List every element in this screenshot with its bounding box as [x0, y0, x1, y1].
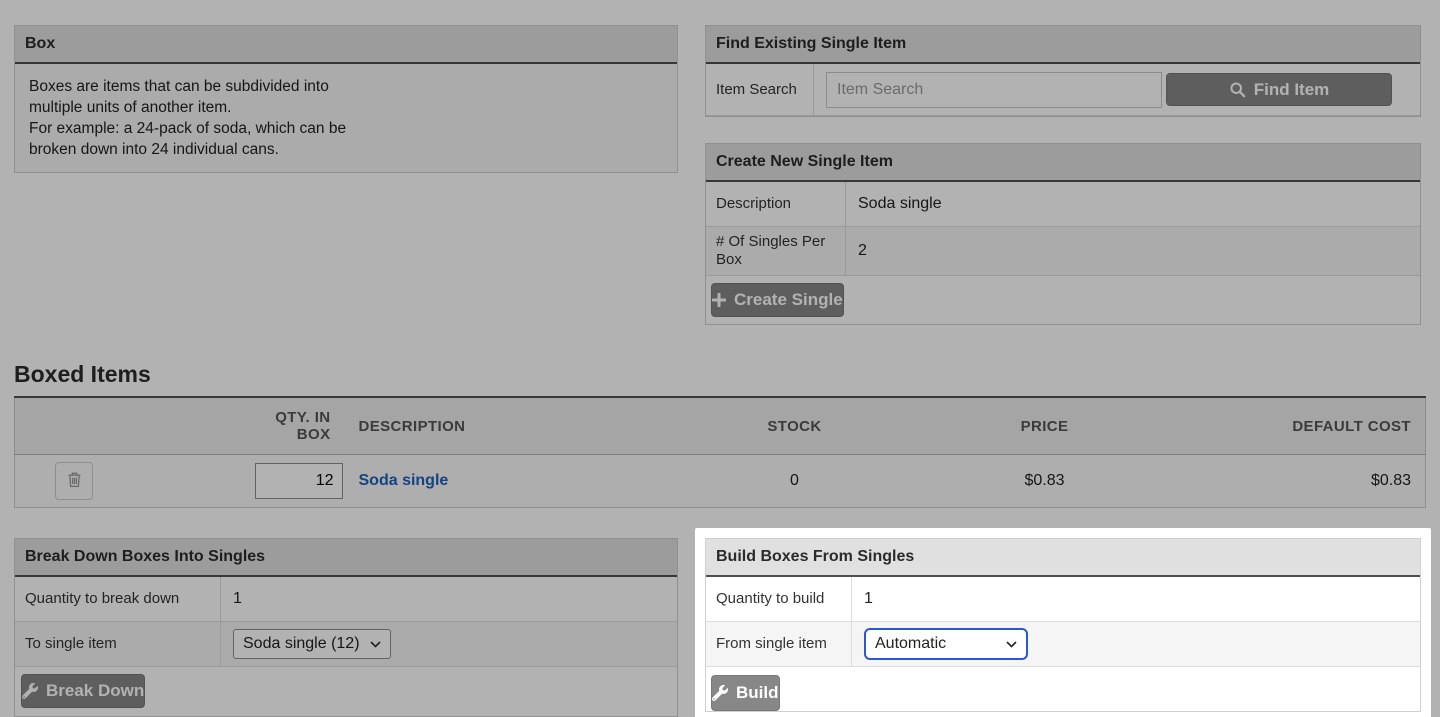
- description-field[interactable]: Soda single: [846, 182, 1420, 226]
- tutorial-highlight: Build Boxes From Singles Quantity to bui…: [695, 528, 1431, 717]
- plus-icon: [712, 293, 726, 307]
- boxed-items-table: QTY. IN BOX DESCRIPTION STOCK PRICE DEFA…: [14, 396, 1426, 508]
- stock-cell: 0: [645, 455, 945, 508]
- build-panel-title: Build Boxes From Singles: [706, 539, 1420, 577]
- default-cost-cell: $0.83: [1145, 455, 1426, 508]
- boxed-items-title: Boxed Items: [14, 361, 1426, 388]
- description-label: Description: [706, 182, 846, 226]
- description-column-header: DESCRIPTION: [345, 397, 645, 455]
- stock-column-header: STOCK: [645, 397, 945, 455]
- chevron-down-icon: [370, 635, 381, 653]
- trash-icon: [67, 471, 82, 491]
- singles-per-box-row: # Of Singles Per Box 2: [706, 227, 1420, 276]
- item-search-row: Item Search Find Item: [706, 64, 1420, 116]
- find-existing-single-item-panel: Find Existing Single Item Item Search Fi…: [705, 25, 1421, 117]
- build-button[interactable]: Build: [711, 675, 780, 711]
- quantity-to-build-field[interactable]: 1: [852, 577, 1420, 621]
- item-search-label: Item Search: [706, 64, 814, 115]
- description-row: Description Soda single: [706, 182, 1420, 227]
- box-description-line: For example: a 24-pack of soda, which ca…: [29, 118, 663, 139]
- inventory-box-page: Box Boxes are items that can be subdivid…: [0, 0, 1440, 717]
- singles-per-box-label: # Of Singles Per Box: [706, 227, 846, 275]
- box-description-line: multiple units of another item.: [29, 97, 663, 118]
- box-description-line: broken down into 24 individual cans.: [29, 139, 663, 160]
- box-description: Boxes are items that can be subdivided i…: [15, 64, 677, 172]
- price-column-header: PRICE: [945, 397, 1145, 455]
- qty-in-box-input[interactable]: [255, 463, 343, 499]
- create-single-button-label: Create Single: [734, 290, 843, 310]
- actions-column-header: [15, 397, 241, 455]
- create-new-single-item-panel: Create New Single Item Description Soda …: [705, 143, 1421, 325]
- quantity-to-break-down-row: Quantity to break down 1: [15, 577, 677, 622]
- price-cell: $0.83: [945, 455, 1145, 508]
- boxed-items-header-row: QTY. IN BOX DESCRIPTION STOCK PRICE DEFA…: [15, 397, 1426, 455]
- box-description-line: Boxes are items that can be subdivided i…: [29, 76, 663, 97]
- box-panel-title: Box: [15, 26, 677, 64]
- box-info-panel: Box Boxes are items that can be subdivid…: [14, 25, 678, 173]
- item-description-link[interactable]: Soda single: [359, 472, 449, 489]
- to-single-item-select[interactable]: Soda single (12): [233, 629, 391, 659]
- to-single-item-label: To single item: [15, 622, 221, 666]
- from-single-item-select[interactable]: Automatic: [864, 628, 1028, 660]
- create-single-button[interactable]: Create Single: [711, 283, 844, 317]
- quantity-to-break-down-label: Quantity to break down: [15, 577, 221, 621]
- item-search-input[interactable]: [826, 72, 1162, 108]
- wrench-icon: [712, 685, 728, 701]
- singles-per-box-field[interactable]: 2: [846, 227, 1420, 275]
- build-boxes-panel: Build Boxes From Singles Quantity to bui…: [705, 538, 1421, 712]
- table-row: Soda single 0 $0.83 $0.83: [15, 455, 1426, 508]
- quantity-to-build-row: Quantity to build 1: [706, 577, 1420, 622]
- quantity-to-build-label: Quantity to build: [706, 577, 852, 621]
- search-icon: [1229, 81, 1246, 98]
- chevron-down-icon: [1006, 635, 1017, 653]
- qty-in-box-column-header: QTY. IN BOX: [241, 397, 345, 455]
- break-down-button[interactable]: Break Down: [21, 674, 145, 708]
- break-down-button-label: Break Down: [46, 681, 144, 701]
- break-down-panel-title: Break Down Boxes Into Singles: [15, 539, 677, 577]
- wrench-icon: [22, 683, 38, 699]
- delete-boxed-item-button[interactable]: [55, 462, 93, 500]
- to-single-item-select-value: Soda single (12): [243, 635, 360, 653]
- single-item-column: Find Existing Single Item Item Search Fi…: [705, 25, 1421, 325]
- break-down-panel: Break Down Boxes Into Singles Quantity t…: [14, 538, 678, 717]
- find-panel-title: Find Existing Single Item: [706, 26, 1420, 64]
- find-item-button-label: Find Item: [1254, 80, 1330, 100]
- quantity-to-break-down-field[interactable]: 1: [221, 577, 677, 621]
- to-single-item-row: To single item Soda single (12): [15, 622, 677, 667]
- from-single-item-label: From single item: [706, 622, 852, 666]
- create-panel-title: Create New Single Item: [706, 144, 1420, 182]
- from-single-item-row: From single item Automatic: [706, 622, 1420, 667]
- from-single-item-select-value: Automatic: [875, 635, 946, 653]
- default-cost-column-header: DEFAULT COST: [1145, 397, 1426, 455]
- build-button-label: Build: [736, 683, 779, 703]
- find-item-button[interactable]: Find Item: [1166, 73, 1392, 106]
